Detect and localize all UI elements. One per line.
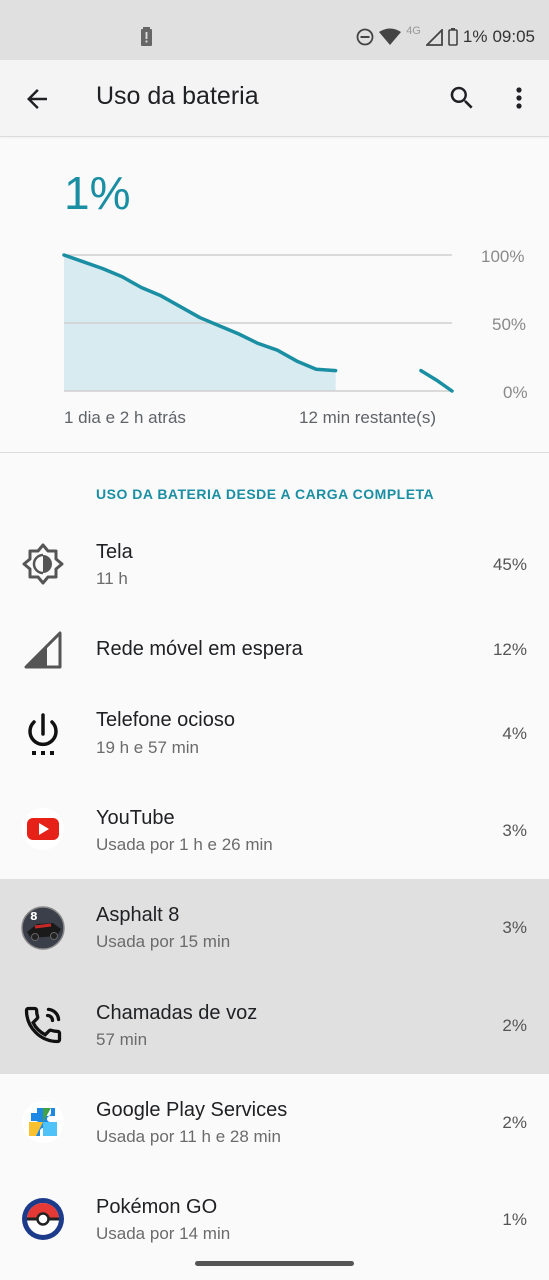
phone-call-icon bbox=[24, 1006, 62, 1044]
svg-text:8: 8 bbox=[30, 910, 38, 923]
battery-alert-icon bbox=[141, 27, 152, 46]
battery-level: 1% bbox=[64, 167, 131, 219]
y-tick-0: 0% bbox=[503, 383, 528, 402]
list-item-rede-movel[interactable]: Rede móvel em espera 12% bbox=[0, 608, 549, 694]
item-sub: 11 h bbox=[96, 569, 128, 588]
list-item-chamadas-de-voz[interactable]: Chamadas de voz 57 min 2% bbox=[0, 977, 549, 1074]
list-item-asphalt-8[interactable]: 8 Asphalt 8 Usada por 15 min 3% bbox=[0, 879, 549, 977]
item-percent: 3% bbox=[502, 821, 527, 840]
item-name: YouTube bbox=[96, 807, 175, 829]
item-sub: 19 h e 57 min bbox=[96, 738, 200, 757]
item-name: Chamadas de voz bbox=[96, 1002, 258, 1024]
item-percent: 2% bbox=[502, 1113, 527, 1132]
y-tick-100: 100% bbox=[481, 247, 525, 266]
status-bar: 4G 1% 09:05 bbox=[0, 0, 549, 60]
list-item-tela[interactable]: Tela 11 h 45% bbox=[0, 520, 549, 608]
search-icon[interactable] bbox=[447, 83, 477, 113]
item-name: Telefone ocioso bbox=[96, 709, 235, 731]
y-tick-50: 50% bbox=[492, 315, 527, 334]
battery-line-projection bbox=[419, 368, 454, 393]
signal-icon bbox=[425, 28, 443, 46]
back-arrow-icon[interactable] bbox=[22, 84, 52, 114]
item-sub: 57 min bbox=[96, 1030, 148, 1049]
x-end-label: 12 min restante(s) bbox=[299, 408, 436, 427]
item-sub: Usada por 1 h e 26 min bbox=[96, 835, 273, 854]
youtube-icon bbox=[22, 808, 64, 850]
cell-signal-icon bbox=[24, 631, 62, 669]
gesture-nav-bar[interactable] bbox=[195, 1261, 354, 1266]
divider bbox=[0, 452, 549, 453]
battery-icon bbox=[448, 28, 458, 46]
item-percent: 4% bbox=[502, 724, 527, 743]
power-idle-icon bbox=[28, 713, 58, 755]
item-name: Tela bbox=[96, 541, 133, 563]
clock: 09:05 bbox=[492, 27, 535, 46]
list-item-telefone-ocioso[interactable]: Telefone ocioso 19 h e 57 min 4% bbox=[0, 694, 549, 782]
more-vert-icon[interactable] bbox=[507, 83, 531, 113]
battery-percent: 1% bbox=[462, 27, 488, 46]
play-services-icon bbox=[22, 1101, 64, 1143]
item-percent: 45% bbox=[492, 555, 527, 574]
page-title: Uso da bateria bbox=[96, 82, 259, 110]
item-name: Google Play Services bbox=[96, 1099, 288, 1121]
item-percent: 1% bbox=[502, 1210, 527, 1229]
pokeball-icon bbox=[22, 1198, 64, 1240]
asphalt-8-icon: 8 bbox=[21, 906, 65, 950]
item-name: Asphalt 8 bbox=[96, 904, 180, 926]
list-item-youtube[interactable]: YouTube Usada por 1 h e 26 min 3% bbox=[0, 782, 549, 879]
item-sub: Usada por 14 min bbox=[96, 1224, 231, 1243]
list-item-google-play-services[interactable]: Google Play Services Usada por 11 h e 28… bbox=[0, 1074, 549, 1171]
x-start-label: 1 dia e 2 h atrás bbox=[64, 408, 186, 427]
brightness-icon bbox=[22, 543, 64, 585]
app-bar: Uso da bateria bbox=[0, 60, 549, 137]
item-name: Pokémon GO bbox=[96, 1196, 218, 1218]
wifi-icon bbox=[379, 28, 402, 45]
item-percent: 2% bbox=[502, 1016, 527, 1035]
item-name: Rede móvel em espera bbox=[96, 638, 303, 660]
battery-chart bbox=[62, 253, 454, 393]
item-percent: 12% bbox=[492, 640, 527, 659]
network-type: 4G bbox=[406, 25, 421, 37]
item-sub: Usada por 11 h e 28 min bbox=[96, 1127, 281, 1146]
list-item-pokemon-go[interactable]: Pokémon GO Usada por 14 min 1% bbox=[0, 1171, 549, 1260]
item-sub: Usada por 15 min bbox=[96, 932, 231, 951]
dnd-icon bbox=[356, 28, 374, 46]
item-percent: 3% bbox=[502, 918, 527, 937]
section-header: USO DA BATERIA DESDE A CARGA COMPLETA bbox=[96, 486, 435, 502]
